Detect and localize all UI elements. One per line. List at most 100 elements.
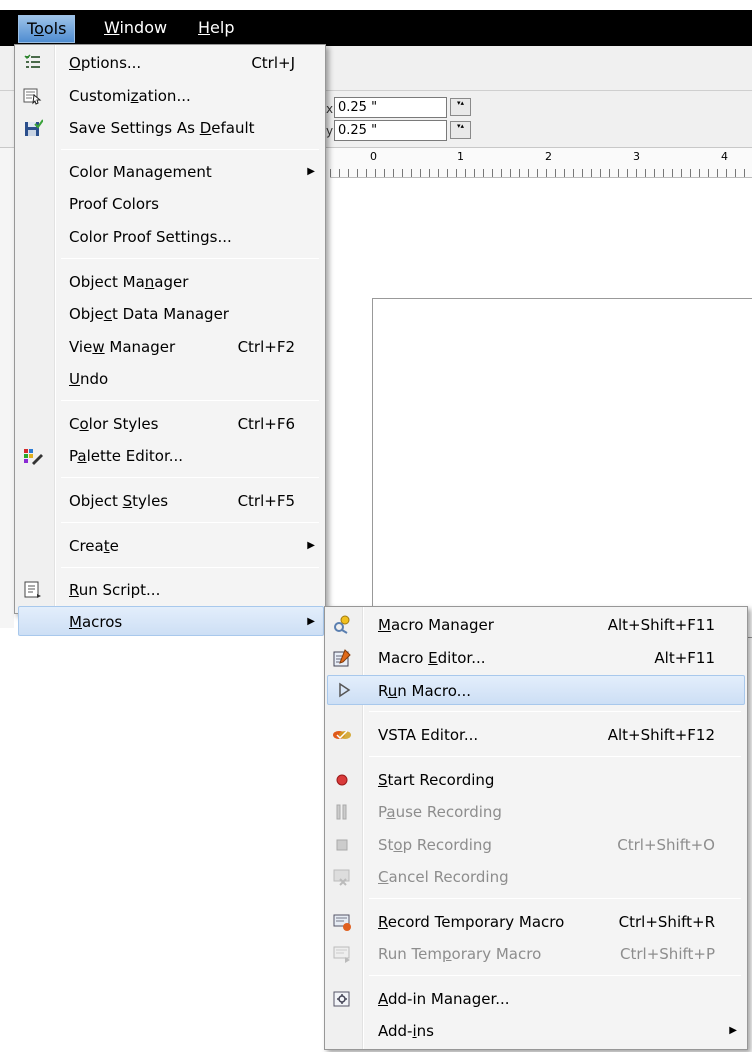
menu-item-macro-editor[interactable]: Macro Editor... Alt+F11 — [325, 643, 747, 673]
macros-submenu: Macro Manager Alt+Shift+F11 Macro Editor… — [324, 606, 748, 1050]
shortcut-text: Ctrl+Shift+O — [617, 836, 715, 854]
menu-item-label: Run Macro... — [378, 682, 471, 700]
menu-item-view-manager[interactable]: View Manager Ctrl+F2 — [15, 332, 325, 362]
menu-item-label: VSTA Editor... — [378, 726, 479, 744]
menu-item-proof-colors[interactable]: Proof Colors — [15, 189, 325, 219]
menu-item-label: Macro Manager — [378, 616, 494, 634]
run-script-icon — [24, 581, 41, 598]
menu-item-label: Color Management — [69, 163, 212, 181]
menu-item-pause-recording: Pause Recording — [325, 797, 747, 827]
macro-editor-icon — [333, 649, 351, 667]
menu-separator — [61, 400, 319, 401]
menu-separator — [369, 898, 741, 899]
menu-item-record-temp-macro[interactable]: Record Temporary Macro Ctrl+Shift+R — [325, 907, 747, 937]
shortcut-text: Alt+Shift+F11 — [607, 616, 715, 634]
menu-item-create[interactable]: Create ▶ — [15, 531, 325, 561]
menu-separator — [61, 477, 319, 478]
menu-item-label: Customization... — [69, 87, 191, 105]
shortcut-text: Alt+F11 — [654, 649, 715, 667]
vertical-ruler[interactable] — [0, 148, 14, 628]
menu-item-object-data-manager[interactable]: Object Data Manager — [15, 299, 325, 329]
menu-item-macro-manager[interactable]: Macro Manager Alt+Shift+F11 — [325, 610, 747, 640]
menu-item-label: Object Manager — [69, 273, 189, 291]
menu-item-customization[interactable]: Customization... — [15, 81, 325, 111]
submenu-arrow-icon: ▶ — [307, 540, 315, 551]
menu-item-label: View Manager — [69, 338, 176, 356]
menu-item-stop-recording: Stop Recording Ctrl+Shift+O — [325, 830, 747, 860]
addin-manager-icon — [333, 991, 350, 1007]
stop-icon — [336, 839, 348, 851]
macro-manager-icon — [334, 615, 350, 634]
palette-editor-icon — [24, 449, 43, 465]
shortcut-text: Ctrl+J — [251, 54, 295, 72]
menu-separator — [61, 522, 319, 523]
menu-separator — [61, 567, 319, 568]
vsta-editor-icon — [333, 730, 351, 740]
menu-item-object-manager[interactable]: Object Manager — [15, 267, 325, 297]
menu-item-run-temp-macro: Run Temporary Macro Ctrl+Shift+P — [325, 939, 747, 969]
menu-item-run-script[interactable]: Run Script... — [15, 575, 325, 605]
options-icon — [24, 54, 40, 68]
menu-item-color-styles[interactable]: Color Styles Ctrl+F6 — [15, 409, 325, 439]
menu-separator — [369, 975, 741, 976]
horizontal-ruler[interactable]: 0 1 2 3 4 — [330, 148, 752, 178]
menu-item-macros[interactable]: Macros ▶ — [18, 606, 324, 636]
shortcut-text: Ctrl+F6 — [237, 415, 295, 433]
menu-item-vsta-editor[interactable]: VSTA Editor... Alt+Shift+F12 — [325, 720, 747, 750]
menu-item-addin-manager[interactable]: Add-in Manager... — [325, 984, 747, 1014]
y-nudge-label: y — [326, 124, 334, 138]
document-page[interactable] — [372, 298, 752, 638]
cancel-recording-icon — [333, 869, 350, 886]
x-nudge-spinner[interactable]: ▾▴ — [450, 98, 471, 116]
pause-icon — [336, 804, 347, 820]
menu-item-label: Object Styles — [69, 492, 169, 510]
shortcut-text: Ctrl+F2 — [237, 338, 295, 356]
menu-item-label: Run Script... — [69, 581, 161, 599]
menu-item-label: Macros — [69, 613, 123, 631]
menu-item-start-recording[interactable]: Start Recording — [325, 765, 747, 795]
menu-item-label: Start Recording — [378, 771, 495, 789]
menu-tools[interactable]: Tools — [18, 15, 76, 43]
run-temporary-macro-icon — [333, 946, 350, 963]
menu-item-run-macro[interactable]: Run Macro... — [327, 675, 745, 705]
menu-item-label: Options... — [69, 54, 142, 72]
menu-item-label: Macro Editor... — [378, 649, 486, 667]
menu-item-label: Run Temporary Macro — [378, 945, 542, 963]
record-temporary-macro-icon — [333, 914, 351, 931]
y-nudge-input[interactable]: 0.25 " — [334, 120, 447, 141]
menu-item-label: Color Proof Settings... — [69, 228, 232, 246]
menu-item-color-proof-settings[interactable]: Color Proof Settings... — [15, 222, 325, 252]
menu-separator — [369, 711, 741, 712]
ruler-label: 4 — [721, 150, 728, 163]
menu-item-color-management[interactable]: Color Management ▶ — [15, 157, 325, 187]
menu-item-options[interactable]: Options... Ctrl+J — [15, 48, 325, 78]
menu-separator — [369, 756, 741, 757]
x-nudge-label: x — [326, 102, 334, 116]
menu-item-label: Object Data Manager — [69, 305, 229, 323]
menu-item-label: Cancel Recording — [378, 868, 509, 886]
shortcut-text: Ctrl+Shift+R — [618, 913, 715, 931]
submenu-arrow-icon: ▶ — [307, 616, 315, 627]
submenu-arrow-icon: ▶ — [729, 1025, 737, 1036]
x-nudge-input[interactable]: 0.25 " — [334, 97, 447, 118]
menu-item-palette-editor[interactable]: Palette Editor... — [15, 441, 325, 471]
menu-window[interactable]: Window — [96, 15, 175, 43]
shortcut-text: Alt+Shift+F12 — [607, 726, 715, 744]
menu-icon-gutter — [325, 607, 364, 1049]
ruler-label: 1 — [457, 150, 464, 163]
ruler-label: 3 — [633, 150, 640, 163]
submenu-arrow-icon: ▶ — [307, 166, 315, 177]
menu-item-undo[interactable]: Undo — [15, 364, 325, 394]
menu-item-label: Stop Recording — [378, 836, 492, 854]
menu-help[interactable]: Help — [190, 15, 242, 43]
save-disk-icon — [25, 119, 43, 136]
record-icon — [336, 774, 348, 786]
menu-item-label: Add-in Manager... — [378, 990, 510, 1008]
menu-item-addins[interactable]: Add-ins ▶ — [325, 1016, 747, 1046]
menu-item-object-styles[interactable]: Object Styles Ctrl+F5 — [15, 486, 325, 516]
y-nudge-spinner[interactable]: ▾▴ — [450, 121, 471, 139]
menu-item-label: Save Settings As Default — [69, 119, 255, 137]
menu-item-label: Pause Recording — [378, 803, 502, 821]
shortcut-text: Ctrl+F5 — [237, 492, 295, 510]
menu-item-save-settings[interactable]: Save Settings As Default — [15, 113, 325, 143]
